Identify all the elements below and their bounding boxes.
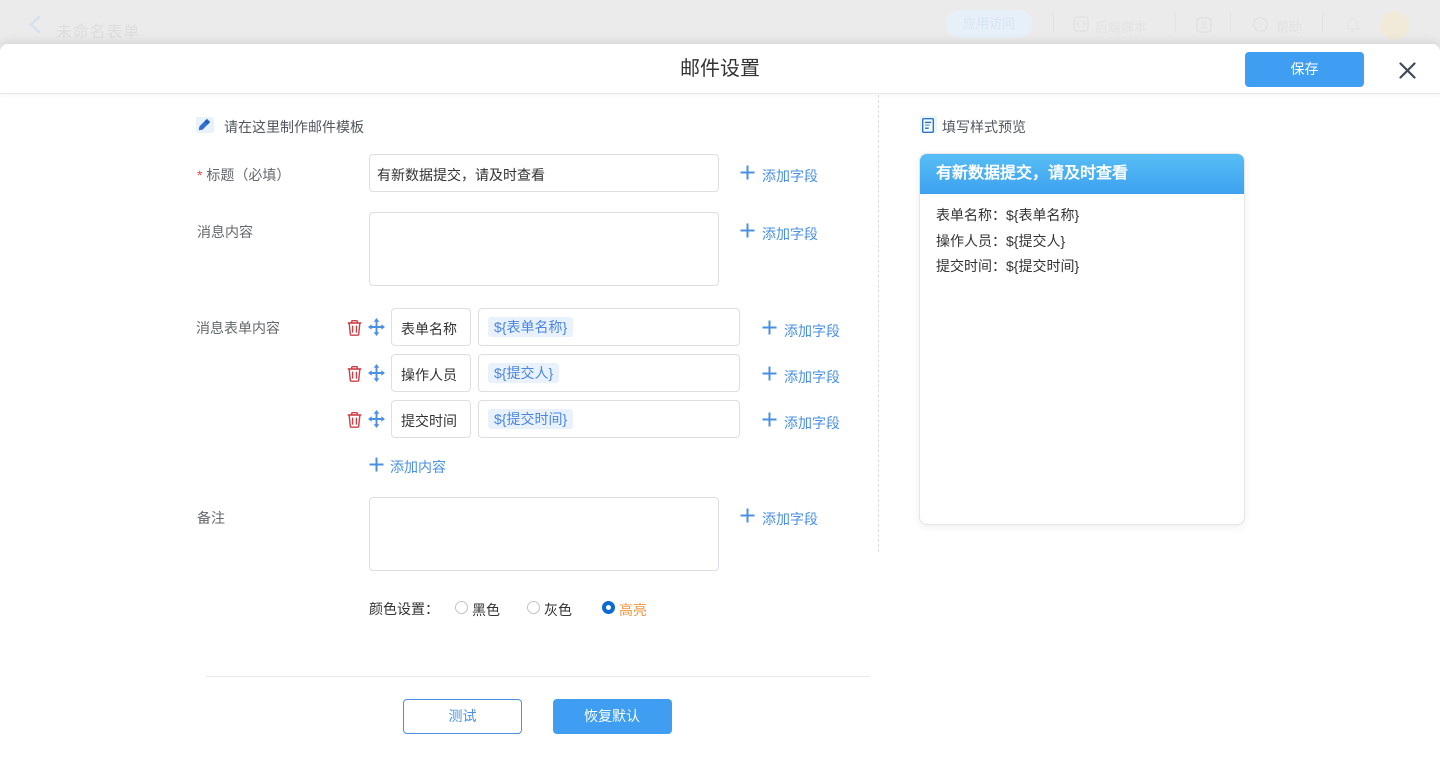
svg-text:?: ? (1258, 20, 1263, 30)
